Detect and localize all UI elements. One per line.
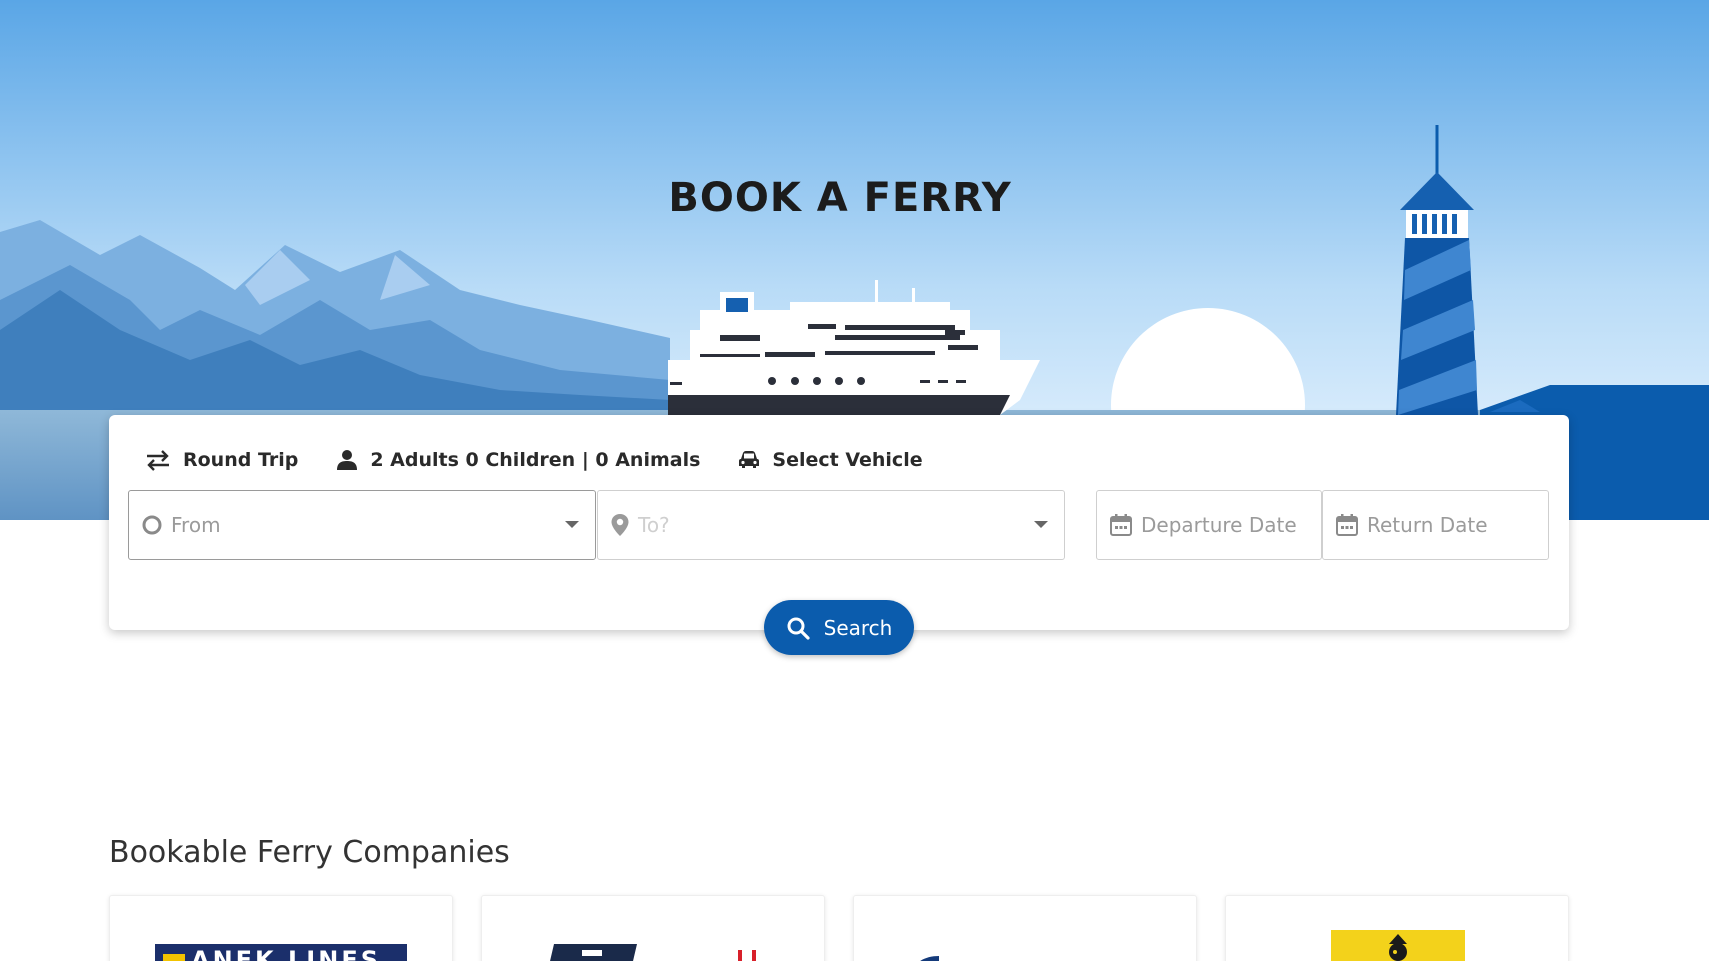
search-button[interactable]: Search [764, 600, 914, 655]
companies-section-title: Bookable Ferry Companies [109, 835, 510, 870]
departure-date-input[interactable]: Departure Date [1096, 490, 1322, 560]
to-placeholder: To? [638, 513, 670, 537]
swap-arrows-icon [147, 450, 169, 471]
company-logo [550, 944, 756, 961]
departure-placeholder: Departure Date [1141, 513, 1297, 537]
chevron-down-icon [1034, 521, 1048, 528]
search-icon [787, 617, 810, 640]
to-port-select[interactable]: To? [597, 490, 1065, 560]
passengers-label: 2 Adults 0 Children | 0 Animals [370, 449, 701, 471]
svg-text:ANEK LINES: ANEK LINES [191, 946, 381, 961]
anek-lines-logo: ANEK LINES [155, 944, 407, 961]
company-card-4[interactable] [1225, 895, 1569, 961]
trip-type-label: Round Trip [183, 449, 299, 471]
car-icon [739, 451, 760, 468]
company-logo [1331, 930, 1465, 961]
trip-type-selector[interactable]: Round Trip [145, 449, 298, 471]
map-pin-icon [610, 513, 630, 537]
company-card-3[interactable] [853, 895, 1197, 961]
passengers-selector[interactable]: 2 Adults 0 Children | 0 Animals [336, 449, 700, 471]
calendar-icon [1335, 513, 1359, 537]
search-button-label: Search [823, 615, 893, 640]
return-date-input[interactable]: Return Date [1322, 490, 1549, 560]
company-card-anek[interactable]: ANEK LINES [109, 895, 453, 961]
from-placeholder: From [171, 513, 221, 537]
from-port-select[interactable]: From [128, 490, 596, 560]
origin-circle-icon [141, 514, 163, 536]
calendar-icon [1109, 513, 1133, 537]
page-title: BOOK A FERRY [668, 175, 1012, 221]
vehicle-selector[interactable]: Select Vehicle [738, 449, 923, 471]
vehicle-label: Select Vehicle [772, 449, 923, 471]
chevron-down-icon [565, 521, 579, 528]
return-placeholder: Return Date [1367, 513, 1488, 537]
booking-form: Round Trip 2 Adults 0 Children | 0 Anima… [109, 415, 1569, 655]
trip-options: Round Trip 2 Adults 0 Children | 0 Anima… [145, 445, 961, 475]
person-icon [337, 450, 358, 470]
company-logo [920, 956, 939, 961]
company-card-2[interactable] [481, 895, 825, 961]
